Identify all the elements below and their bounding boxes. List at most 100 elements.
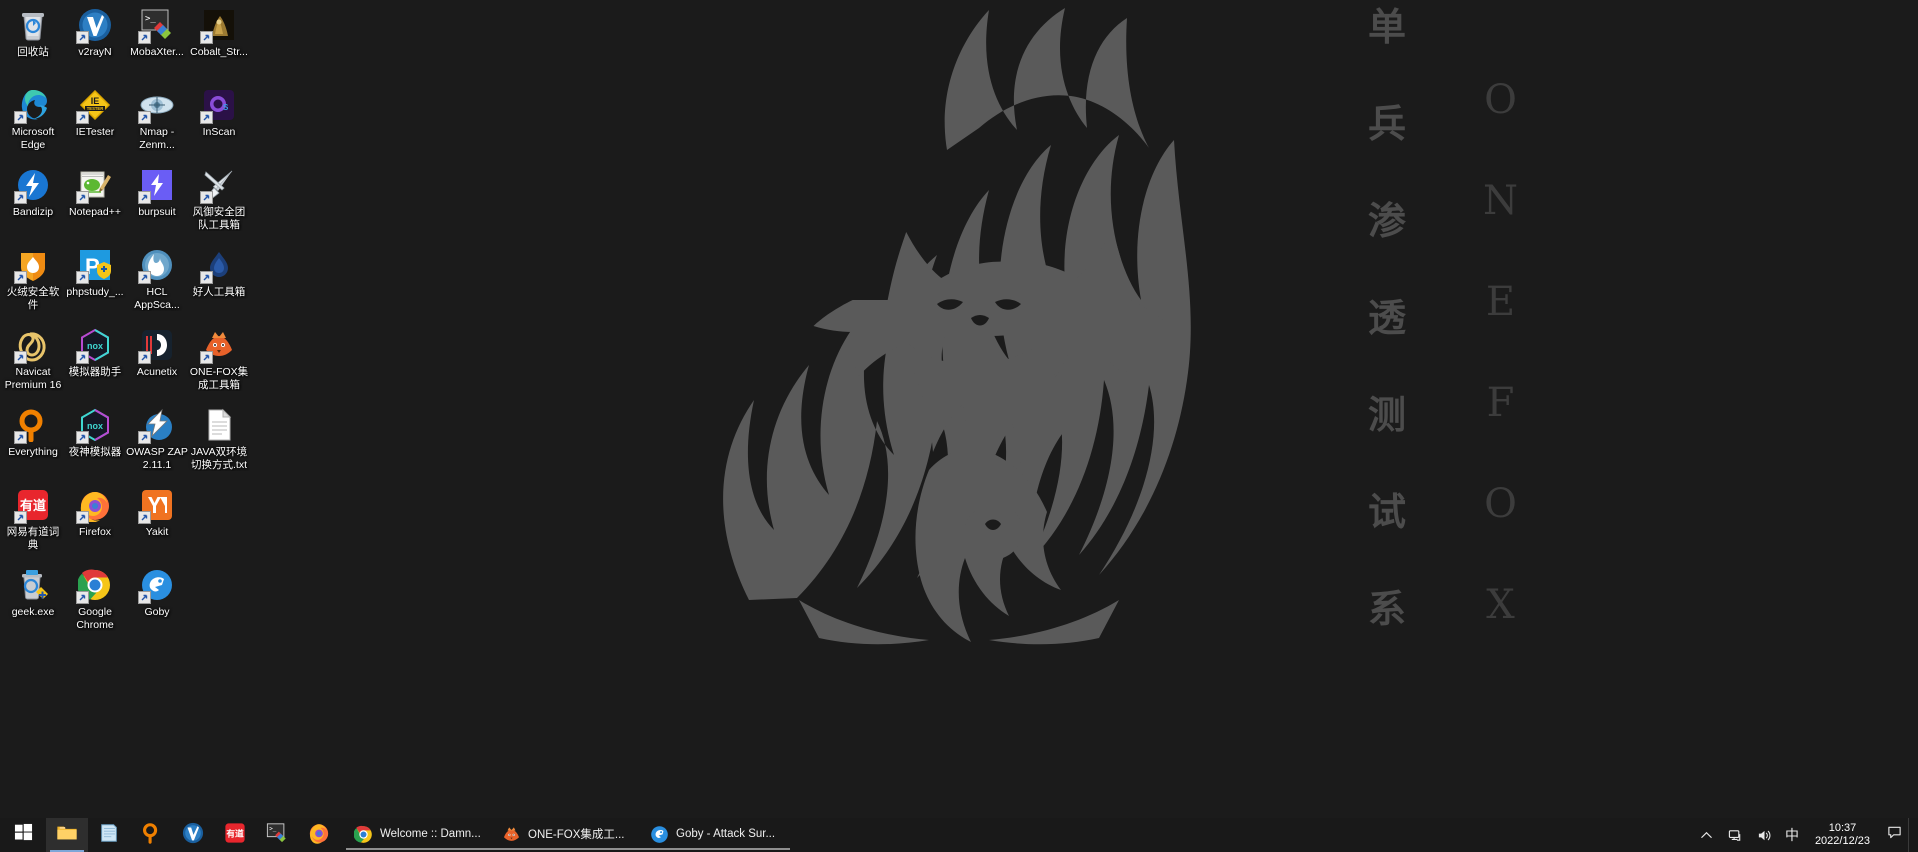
tray-volume-button[interactable] — [1750, 818, 1779, 852]
desktop-icon-everything[interactable]: Everything — [2, 402, 64, 482]
tray-overflow-button[interactable] — [1692, 818, 1721, 852]
taskbar-clock[interactable]: 10:37 2022/12/23 — [1805, 818, 1880, 852]
youdao-icon: 有道 — [224, 822, 246, 849]
icon-label: Navicat Premium 16 — [4, 366, 62, 391]
svg-text:IE: IE — [91, 96, 100, 106]
desktop-icon-cobalt-strike[interactable]: Cobalt_Str... — [188, 2, 250, 82]
owasp-zap-icon — [138, 407, 175, 444]
icon-label: 网易有道词典 — [6, 526, 60, 551]
clock-time: 10:37 — [1828, 822, 1857, 834]
desktop-icon-bandizip[interactable]: Bandizip — [2, 162, 64, 242]
shortcut-arrow-icon — [138, 191, 151, 204]
icon-label: phpstudy_... — [66, 286, 124, 298]
icon-label: IETester — [75, 126, 115, 138]
everything-icon — [14, 407, 51, 444]
taskbar-v2rayn[interactable] — [172, 818, 214, 852]
icon-label: Nmap - Zenm... — [139, 126, 175, 151]
desktop-icon-haoren-toolbox[interactable]: 好人工具箱 — [188, 242, 250, 322]
shortcut-arrow-icon — [200, 31, 213, 44]
desktop-icon-yakit[interactable]: Yakit — [126, 482, 188, 562]
desktop-icon-ietester[interactable]: IE TESTER IETester — [64, 82, 126, 162]
desktop-icon-youdao-dict[interactable]: 有道 网易有道词典 — [2, 482, 64, 562]
desktop-icon-fengyu-toolbox[interactable]: 风御安全团队工具箱 — [188, 162, 250, 242]
desktop-icon-burpsuite[interactable]: burpsuit — [126, 162, 188, 242]
shortcut-arrow-icon — [138, 591, 151, 604]
desktop-icon-notepad-plus-plus[interactable]: Notepad++ — [64, 162, 126, 242]
taskbar-youdao-dict[interactable]: 有道 — [214, 818, 256, 852]
clock-date: 2022/12/23 — [1814, 835, 1870, 847]
desktop-icon-firefox[interactable]: Firefox — [64, 482, 126, 562]
tray-network-button[interactable] — [1721, 818, 1750, 852]
desktop-icon-huorong-security[interactable]: 火绒安全软件 — [2, 242, 64, 322]
desktop-icon-acunetix[interactable]: Acunetix — [126, 322, 188, 402]
desktop-icon-owasp-zap[interactable]: OWASP ZAP 2.11.1 — [126, 402, 188, 482]
shortcut-arrow-icon — [76, 351, 89, 364]
taskbar-everything-search[interactable] — [130, 818, 172, 852]
vtext-cn-char: 渗 — [1367, 198, 1406, 243]
icon-label: Microsoft Edge — [11, 126, 55, 151]
svg-text:S: S — [223, 103, 229, 112]
taskbar-window-chrome[interactable]: Welcome :: Damn... — [346, 818, 494, 852]
vtext-en-char: N — [1483, 178, 1518, 224]
taskbar-file-explorer[interactable] — [46, 818, 88, 852]
taskbar-spacer — [790, 818, 1692, 852]
inscan-icon: S — [200, 87, 237, 124]
icon-label: Goby — [144, 606, 170, 618]
shortcut-arrow-icon — [76, 31, 89, 44]
icon-label: Firefox — [78, 526, 112, 538]
desktop-icon-recycle-bin[interactable]: 回收站 — [2, 2, 64, 82]
svg-text:nox: nox — [87, 421, 103, 431]
start-button[interactable] — [0, 818, 46, 852]
google-chrome-icon — [354, 825, 373, 844]
shortcut-arrow-icon — [14, 191, 27, 204]
notification-center-button[interactable] — [1880, 818, 1908, 852]
wallpaper-vertical-english-text: O N E F O X — [1483, 80, 1518, 625]
shortcut-arrow-icon — [76, 271, 89, 284]
taskbar-firefox[interactable] — [298, 818, 340, 852]
geek-uninstaller-icon — [15, 567, 51, 603]
taskbar[interactable]: 有道 >_ Welcome :: Damn... ONE-FOX集成工... G… — [0, 818, 1918, 852]
taskbar-mobaxterm[interactable]: >_ — [256, 818, 298, 852]
desktop-icon-mobaxterm[interactable]: >_ MobaXter... — [126, 2, 188, 82]
desktop-icon-nox-assistant[interactable]: nox 模拟器助手 — [64, 322, 126, 402]
desktop-icon-google-chrome[interactable]: Google Chrome — [64, 562, 126, 642]
notification-icon — [1887, 825, 1902, 845]
vtext-en-char: X — [1486, 582, 1515, 628]
goby-icon — [138, 567, 175, 604]
desktop-icon-microsoft-edge[interactable]: Microsoft Edge — [2, 82, 64, 162]
taskbar-notepad[interactable] — [88, 818, 130, 852]
vtext-cn-char: 系 — [1367, 586, 1406, 631]
firefox-icon — [76, 487, 113, 524]
desktop-icon-java-switch-txt[interactable]: JAVA双环境切换方式.txt — [188, 402, 250, 482]
desktop-icon-phpstudy[interactable]: P phpstudy_... — [64, 242, 126, 322]
huorong-security-icon — [14, 247, 51, 284]
icon-label: MobaXter... — [130, 46, 184, 58]
desktop-icon-one-fox-toolbox[interactable]: ONE-FOX集成工具箱 — [188, 322, 250, 402]
fengyu-toolbox-icon — [200, 167, 237, 204]
taskbar-window-one-fox[interactable]: ONE-FOX集成工... — [494, 818, 642, 852]
shortcut-arrow-icon — [14, 351, 27, 364]
shortcut-arrow-icon — [14, 431, 27, 444]
ietester-icon: IE TESTER — [76, 87, 113, 124]
desktop-icon-nox-player[interactable]: nox 夜神模拟器 — [64, 402, 126, 482]
shortcut-arrow-icon — [138, 111, 151, 124]
vtext-cn-char: 透 — [1367, 295, 1406, 340]
desktop-icon-inscan[interactable]: S InScan — [188, 82, 250, 162]
show-desktop-button[interactable] — [1908, 818, 1916, 852]
terminal-icon: >_ — [266, 822, 288, 849]
vtext-cn-char: 单 — [1367, 4, 1406, 49]
icon-label: OWASP ZAP 2.11.1 — [126, 446, 188, 471]
desktop-icon-navicat[interactable]: Navicat Premium 16 — [2, 322, 64, 402]
vtext-cn-char: 试 — [1367, 489, 1406, 534]
bandizip-icon — [14, 167, 51, 204]
taskbar-window-buttons: Welcome :: Damn... ONE-FOX集成工... Goby - … — [346, 818, 790, 852]
tray-ime-indicator[interactable]: 中 — [1779, 818, 1805, 852]
desktop-icon-hcl-appscan[interactable]: HCL AppSca... — [126, 242, 188, 322]
desktop[interactable]: 单 兵 渗 透 测 试 系 O N E F O X 回收站 v2rayN >_ … — [0, 0, 1918, 852]
desktop-icon-goby[interactable]: Goby — [126, 562, 188, 642]
desktop-icon-nmap-zenmap[interactable]: Nmap - Zenm... — [126, 82, 188, 162]
desktop-wallpaper: 单 兵 渗 透 测 试 系 O N E F O X — [0, 0, 1918, 818]
taskbar-window-goby[interactable]: Goby - Attack Sur... — [642, 818, 790, 852]
desktop-icon-geek-exe[interactable]: geek.exe — [2, 562, 64, 642]
desktop-icon-v2rayn[interactable]: v2rayN — [64, 2, 126, 82]
